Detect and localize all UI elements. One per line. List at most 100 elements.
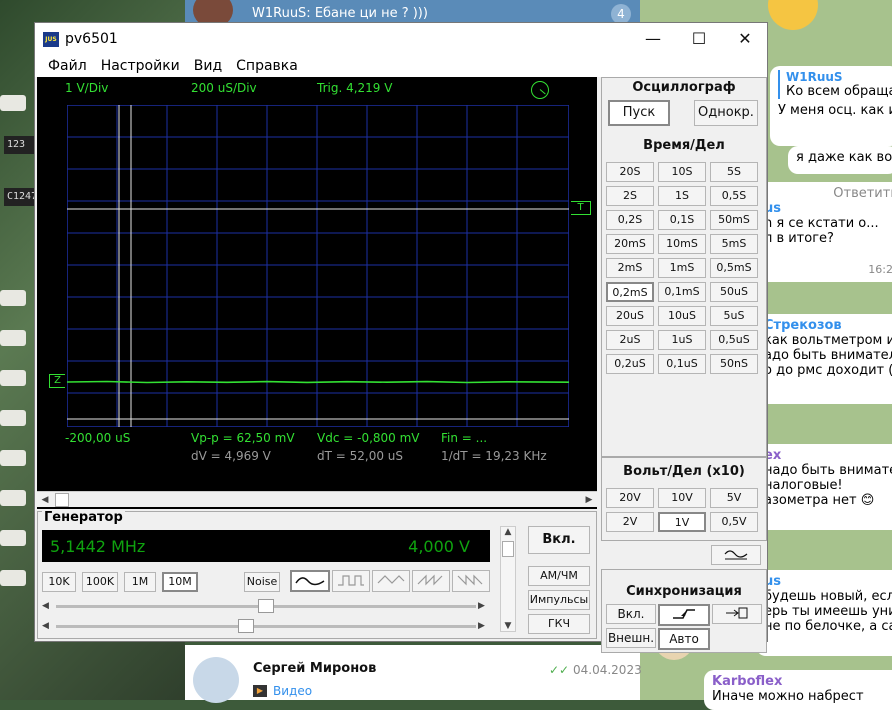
message-bubble[interactable]: я даже как воль	[788, 146, 892, 174]
time-div-button[interactable]: 0,1S	[658, 210, 706, 230]
volt-div-button[interactable]: 5V	[710, 488, 758, 508]
time-div-button[interactable]: 0,2uS	[606, 354, 654, 374]
dv-readout: dV = 4,969 V	[191, 449, 271, 463]
am-fm-button[interactable]: АМ/ЧМ	[528, 566, 590, 586]
menu-file[interactable]: Файл	[41, 55, 94, 77]
time-div-button[interactable]: 0,5S	[710, 186, 758, 206]
message-bubble[interactable]: ex надо быть внимател налоговые! азометр…	[756, 444, 892, 530]
message-bubble[interactable]: Стрекозов как вольтметром им адо быть вн…	[756, 314, 892, 404]
scope-screen[interactable]: 1 V/Div 200 uS/Div Trig. 4,219 V T Z -20…	[37, 77, 597, 509]
message-bubble[interactable]: us будешь новый, есл ерь ты имеешь уни н…	[756, 570, 892, 656]
chat-preview: Видео	[273, 684, 313, 698]
time-div-button[interactable]: 1uS	[658, 330, 706, 350]
sync-edge-rising-button[interactable]	[658, 604, 710, 626]
vco-button[interactable]: ГКЧ	[528, 614, 590, 634]
time-div-button[interactable]: 20S	[606, 162, 654, 182]
slider-right-icon[interactable]: ▶	[478, 598, 490, 614]
time-div-button[interactable]: 20mS	[606, 234, 654, 254]
sync-auto-button[interactable]: Авто	[658, 628, 710, 650]
time-div-button[interactable]: 20uS	[606, 306, 654, 326]
time-div-button[interactable]: 50mS	[710, 210, 758, 230]
time-div-button[interactable]: 0,1mS	[658, 282, 706, 302]
range-1m-button[interactable]: 1M	[124, 572, 156, 592]
time-div-button[interactable]: 1S	[658, 186, 706, 206]
scope-scrollbar[interactable]: ◀ ▶	[37, 491, 597, 507]
scroll-right-icon[interactable]: ▶	[581, 492, 597, 508]
reply-button[interactable]: Ответить	[764, 186, 892, 201]
amplitude-slider[interactable]: ◀ ▶	[42, 618, 490, 634]
time-div-button[interactable]: 0,2mS	[606, 282, 654, 302]
time-div-button[interactable]: 5uS	[710, 306, 758, 326]
slider-left-icon[interactable]: ◀	[42, 618, 54, 634]
single-shot-button[interactable]: Однокр.	[694, 100, 758, 126]
telegram-chat-item[interactable]: Сергей Миронов ✓✓ 04.04.2023 ▶ Видео	[185, 645, 642, 703]
message-text: адо быть внимател	[764, 348, 892, 363]
slider-left-icon[interactable]: ◀	[42, 598, 54, 614]
wave-square-button[interactable]	[332, 570, 370, 592]
sync-edge-input-button[interactable]	[712, 604, 762, 624]
volt-div-button[interactable]: 10V	[658, 488, 706, 508]
time-div-button[interactable]: 10mS	[658, 234, 706, 254]
start-button[interactable]: Пуск	[608, 100, 670, 126]
menu-settings[interactable]: Настройки	[94, 55, 187, 77]
time-div-button[interactable]: 50uS	[710, 282, 758, 302]
generator-panel: Генератор 5,1442 MHz 4,000 V 10K 100K 1M…	[37, 510, 597, 639]
trigger-marker[interactable]: T	[571, 201, 591, 215]
time-div-button[interactable]: 0,2S	[606, 210, 654, 230]
close-button[interactable]: ✕	[725, 27, 765, 51]
volt-div-button[interactable]: 1V	[658, 512, 706, 532]
time-div-button[interactable]: 2S	[606, 186, 654, 206]
time-div-button[interactable]: 0,5uS	[710, 330, 758, 350]
wave-sine-button[interactable]	[290, 570, 330, 592]
menu-view[interactable]: Вид	[187, 55, 229, 77]
time-div-button[interactable]: 2mS	[606, 258, 654, 278]
time-div-button[interactable]: 10S	[658, 162, 706, 182]
frequency-slider-knob[interactable]	[258, 599, 274, 613]
volt-div-button[interactable]: 0,5V	[710, 512, 758, 532]
zero-marker[interactable]: Z	[49, 374, 65, 388]
noise-button[interactable]: Noise	[244, 572, 280, 592]
coupling-ac-button[interactable]	[711, 545, 761, 565]
time-div-button[interactable]: 5S	[710, 162, 758, 182]
title-bar[interactable]: JUS pv6501 — ☐ ✕	[35, 23, 767, 55]
time-div-button[interactable]: 1mS	[658, 258, 706, 278]
sync-on-button[interactable]: Вкл.	[606, 604, 656, 624]
frequency-slider[interactable]: ◀ ▶	[42, 598, 490, 614]
generator-vscroll[interactable]: ▲ ▼	[500, 526, 516, 632]
volt-div-button[interactable]: 20V	[606, 488, 654, 508]
scroll-thumb[interactable]	[55, 493, 69, 507]
generator-on-button[interactable]: Вкл.	[528, 526, 590, 554]
wave-sawtooth-button[interactable]	[412, 570, 450, 592]
chat-preview: W1RuuS: Ебане ци не ? )))	[252, 6, 428, 21]
unread-badge: 4	[611, 4, 631, 24]
range-10m-button[interactable]: 10M	[162, 572, 198, 592]
scroll-left-icon[interactable]: ◀	[37, 492, 53, 508]
time-div-button[interactable]: 0,1uS	[658, 354, 706, 374]
volt-div-button[interactable]: 2V	[606, 512, 654, 532]
amplitude-slider-knob[interactable]	[237, 619, 254, 633]
wave-triangle-button[interactable]	[372, 570, 410, 592]
message-bubble[interactable]: Ответить us h я се кстати о... л в итоге…	[756, 182, 892, 282]
range-10k-button[interactable]: 10K	[42, 572, 76, 592]
slider-right-icon[interactable]: ▶	[478, 618, 490, 634]
maximize-button[interactable]: ☐	[679, 27, 719, 51]
time-div-button[interactable]: 0,5mS	[710, 258, 758, 278]
menu-help[interactable]: Справка	[229, 55, 305, 77]
time-div-button[interactable]: 50nS	[710, 354, 758, 374]
message-time: 16:25	[868, 263, 892, 276]
message-bubble[interactable]: W1RuuS Ко всем обраща У меня осц. как и	[770, 66, 892, 146]
range-100k-button[interactable]: 100K	[82, 572, 118, 592]
time-div-button[interactable]: 5mS	[710, 234, 758, 254]
scroll-thumb[interactable]	[502, 541, 514, 557]
time-div-button[interactable]: 10uS	[658, 306, 706, 326]
wave-reverse-sawtooth-button[interactable]	[452, 570, 490, 592]
message-bubble[interactable]: Karboflex Иначе можно набрест	[704, 670, 892, 710]
sawtooth-wave-icon	[417, 574, 443, 586]
triangle-wave-icon	[377, 575, 405, 584]
time-div-button[interactable]: 2uS	[606, 330, 654, 350]
sync-external-button[interactable]: Внешн.	[606, 628, 656, 648]
scroll-up-icon[interactable]: ▲	[501, 527, 515, 537]
minimize-button[interactable]: —	[633, 27, 673, 51]
pulses-button[interactable]: Импульсы	[528, 590, 590, 610]
scroll-down-icon[interactable]: ▼	[501, 621, 515, 631]
